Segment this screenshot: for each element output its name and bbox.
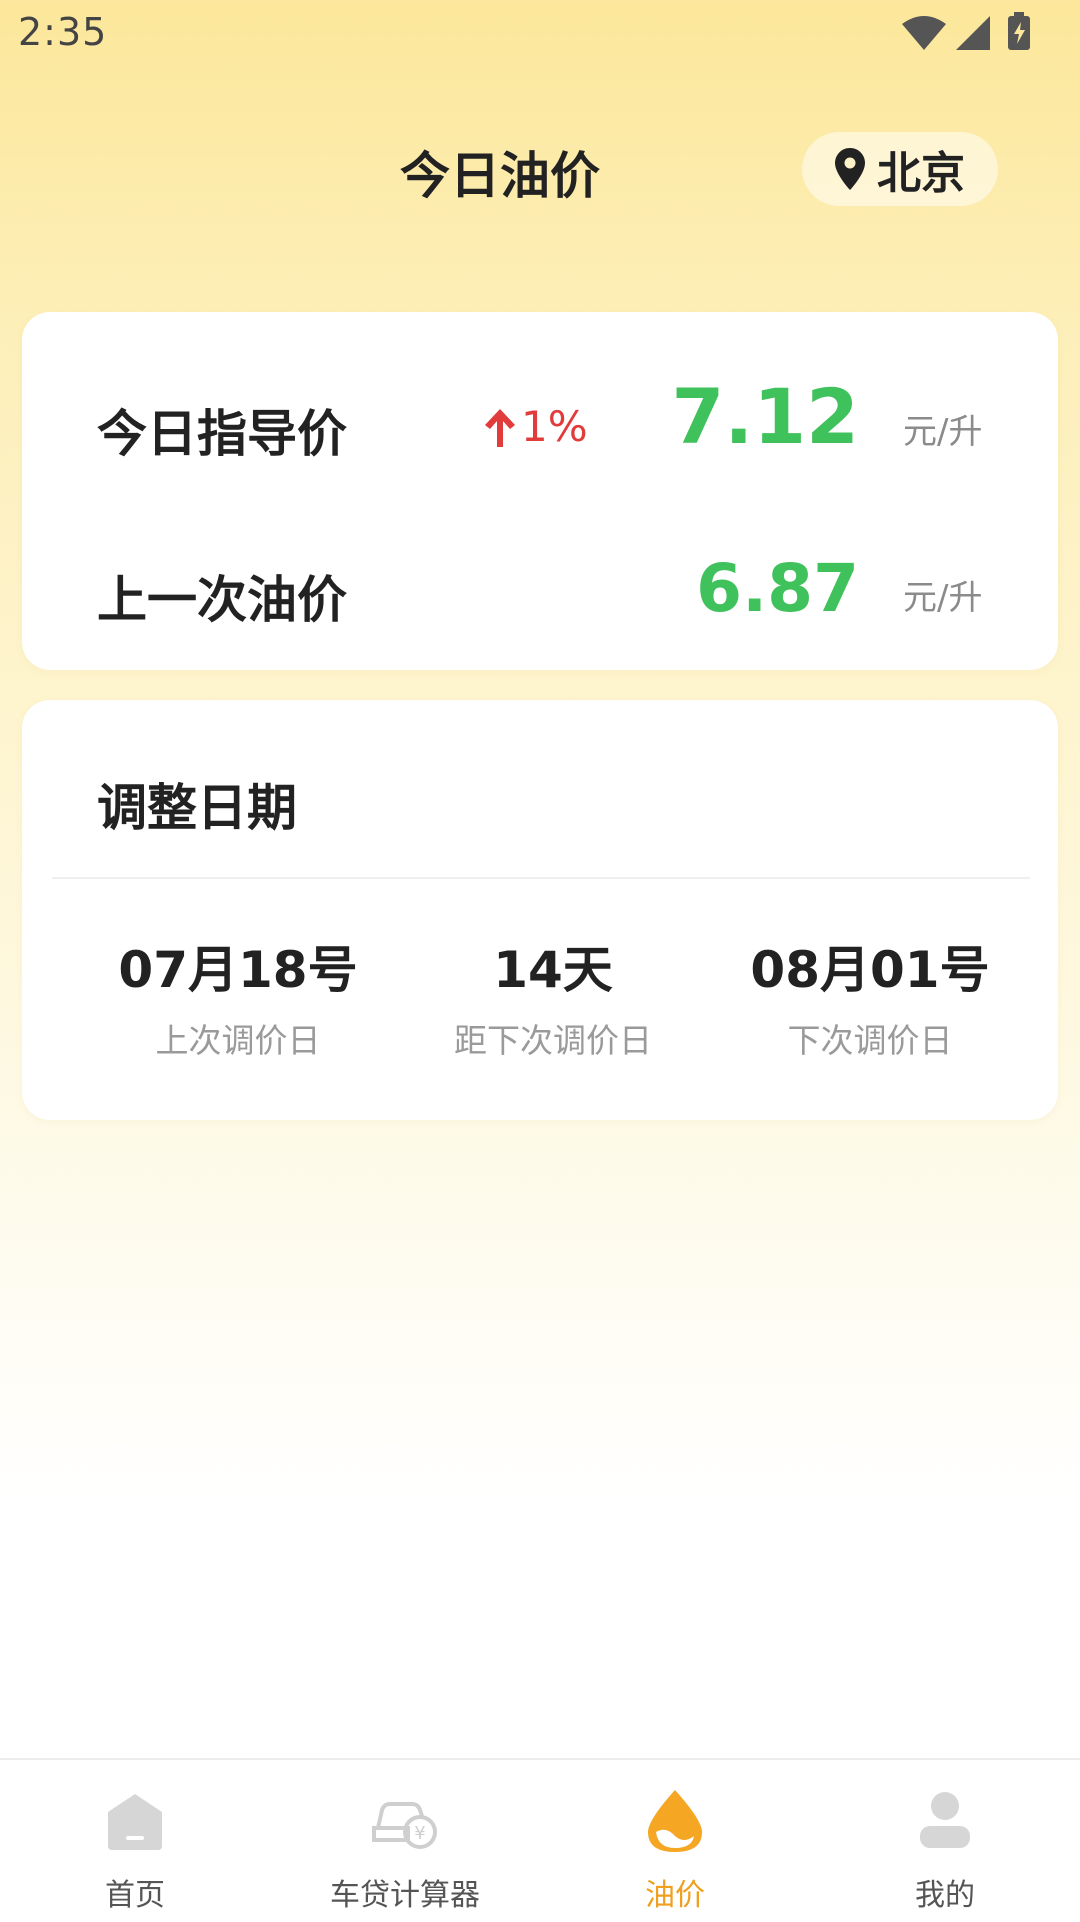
today-price-label: 今日指导价 bbox=[97, 405, 347, 463]
wifi-icon bbox=[902, 16, 946, 50]
price-change-value: 1% bbox=[521, 402, 588, 451]
nav-item-profile[interactable]: 我的 bbox=[810, 1760, 1080, 1922]
svg-text:¥: ¥ bbox=[414, 1823, 425, 1844]
days-until-next-value: 14天 bbox=[493, 941, 613, 999]
nav-item-oil-price[interactable]: 油价 bbox=[540, 1760, 810, 1922]
today-price-value: 7.12 bbox=[671, 372, 859, 461]
next-adjust-date-label: 下次调价日 bbox=[787, 1021, 953, 1060]
oil-drop-icon bbox=[648, 1790, 702, 1852]
nav-item-car-loan[interactable]: ¥ 车贷计算器 bbox=[270, 1760, 540, 1922]
nav-label-profile: 我的 bbox=[915, 1878, 975, 1913]
days-until-next-label: 距下次调价日 bbox=[454, 1021, 652, 1060]
header: 今日油价 北京 bbox=[0, 120, 1080, 220]
nav-label-car-loan: 车贷计算器 bbox=[330, 1878, 480, 1913]
next-adjust-date: 08月01号 下次调价日 bbox=[705, 930, 1035, 1062]
home-icon bbox=[108, 1794, 162, 1850]
dates-card-title: 调整日期 bbox=[97, 779, 297, 837]
days-until-next-adjust: 14天 距下次调价日 bbox=[388, 930, 718, 1062]
battery-icon bbox=[1008, 12, 1030, 50]
last-price-row: 上一次油价 6.87 元/升 bbox=[0, 538, 1036, 638]
nav-label-oil-price: 油价 bbox=[645, 1878, 705, 1913]
arrow-up-icon bbox=[485, 408, 515, 447]
nav-label-home: 首页 bbox=[105, 1878, 165, 1913]
last-adjust-date: 07月18号 上次调价日 bbox=[73, 930, 403, 1062]
last-price-label: 上一次油价 bbox=[97, 571, 347, 629]
today-price-row: 今日指导价 1% 7.12 元/升 bbox=[0, 372, 1036, 472]
next-adjust-date-value: 08月01号 bbox=[750, 941, 990, 999]
last-adjust-date-label: 上次调价日 bbox=[155, 1021, 321, 1060]
last-price-value: 6.87 bbox=[696, 550, 859, 627]
price-change: 1% bbox=[483, 402, 588, 451]
status-time: 2:35 bbox=[18, 10, 108, 54]
cellular-signal-icon bbox=[956, 16, 990, 50]
location-label: 北京 bbox=[877, 148, 965, 199]
status-icons bbox=[902, 12, 1030, 50]
today-price-unit: 元/升 bbox=[903, 412, 983, 452]
last-price-unit: 元/升 bbox=[903, 578, 983, 618]
location-selector[interactable]: 北京 bbox=[802, 132, 998, 206]
last-adjust-date-value: 07月18号 bbox=[118, 941, 358, 999]
profile-icon bbox=[920, 1792, 970, 1848]
nav-item-home[interactable]: 首页 bbox=[0, 1760, 270, 1922]
status-bar: 2:35 bbox=[0, 0, 1080, 64]
divider bbox=[52, 877, 1030, 879]
bottom-nav: 首页 ¥ 车贷计算器 油价 我的 bbox=[0, 1758, 1080, 1922]
location-pin-icon bbox=[835, 148, 865, 190]
car-loan-icon: ¥ bbox=[372, 1802, 437, 1849]
